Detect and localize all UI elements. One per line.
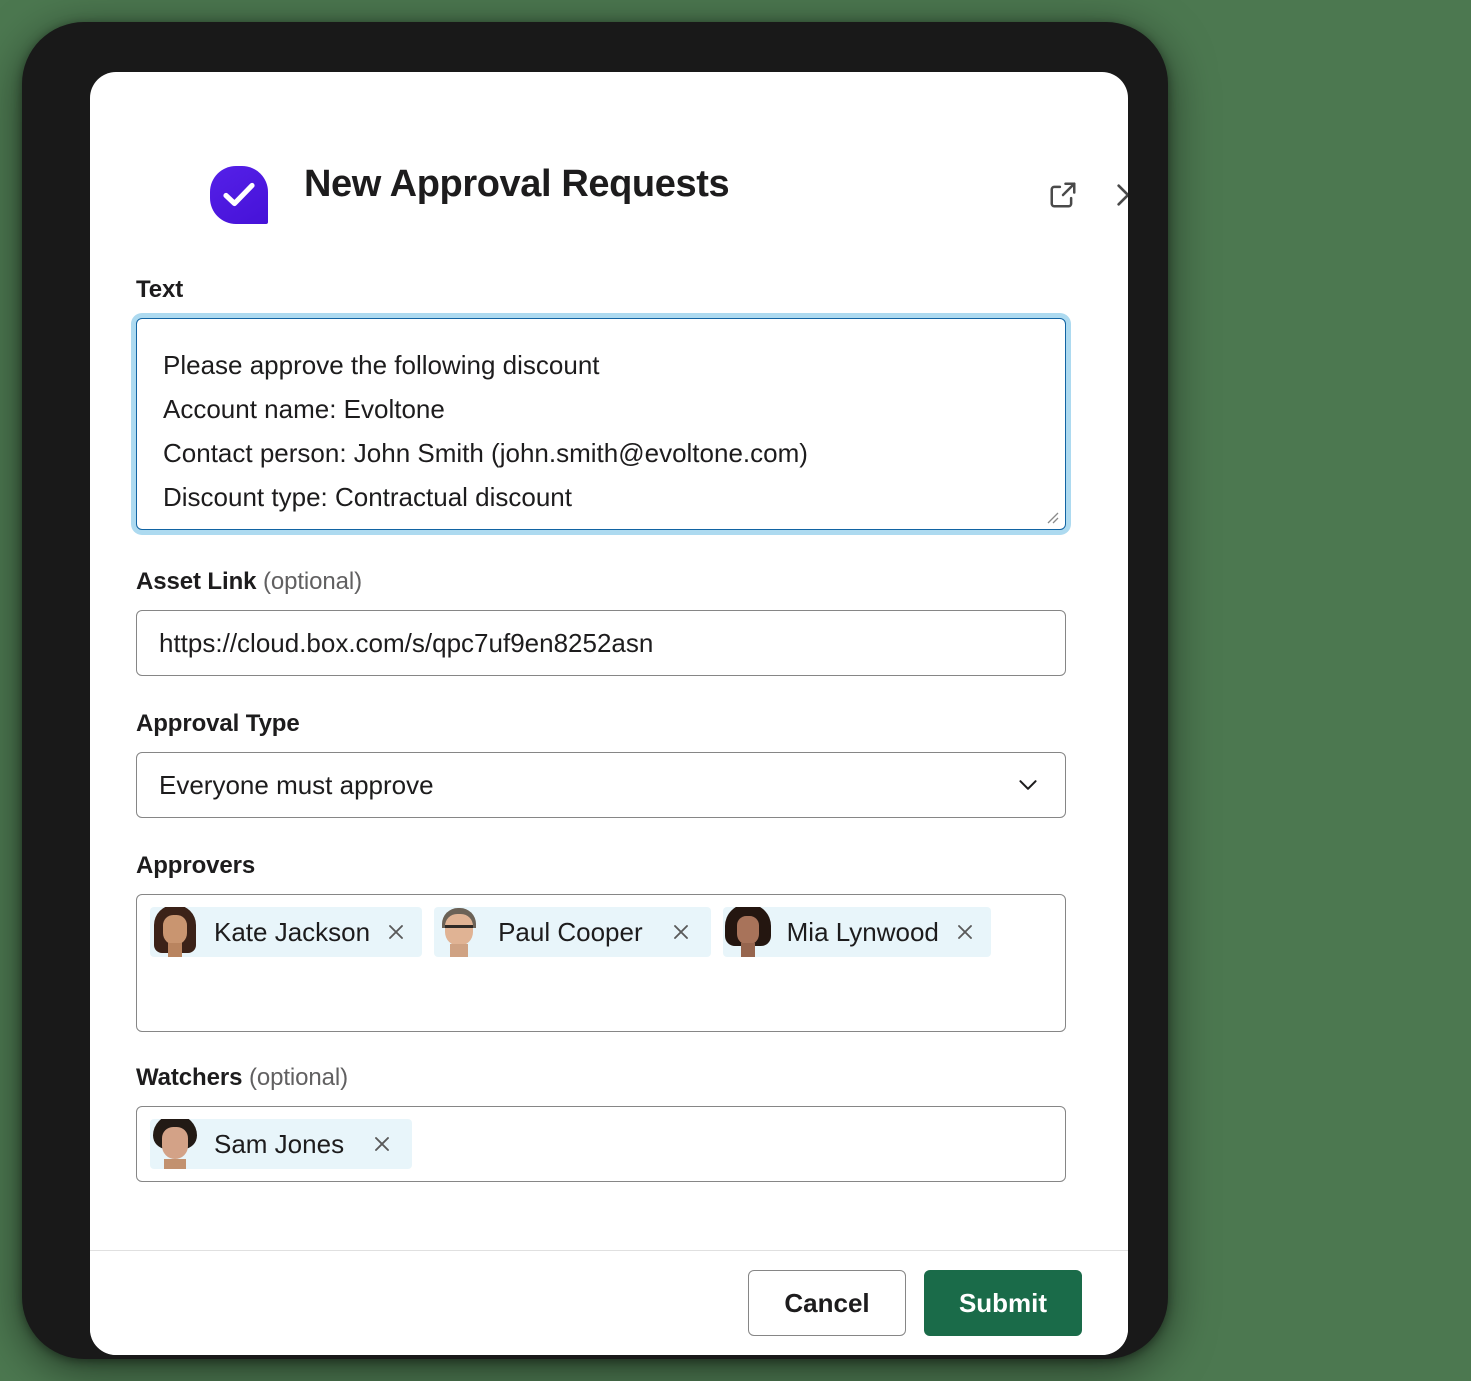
remove-approver-button[interactable] [953,920,991,944]
watchers-token-box[interactable]: Sam Jones [136,1106,1066,1182]
asset-link-label-text: Asset Link [136,568,257,595]
remove-watcher-button[interactable] [370,1132,412,1156]
approvers-label: Approvers [136,852,256,879]
watchers-block: Watchers (optional) Sam Jones [136,1064,1082,1182]
approvers-block: Approvers Kate Jackson Paul Cooper Mia L… [136,852,1082,1032]
close-icon [375,1137,390,1151]
approver-name: Paul Cooper [498,916,643,947]
avatar [723,907,773,957]
approval-type-block: Approval Type Everyone must approve [136,710,1082,818]
approver-name: Kate Jackson [214,916,371,947]
approval-request-modal: New Approval Requests Text Please approv… [90,72,1128,1355]
modal-body: Text Asset Link (optional) Approval T [90,210,1128,1250]
text-field-label: Text [136,276,184,303]
text-input-wrapper [136,318,1066,530]
cancel-button[interactable]: Cancel [748,1270,906,1336]
open-external-icon [1050,182,1076,208]
approver-name: Mia Lynwood [786,916,939,947]
approver-token[interactable]: Paul Cooper [434,907,711,957]
device-frame: New Approval Requests Text Please approv… [22,22,1168,1359]
watchers-label: Watchers (optional) [136,1064,1082,1092]
page-title: New Approval Requests [304,163,730,205]
close-icon [1117,184,1128,206]
submit-button[interactable]: Submit [924,1270,1082,1336]
close-icon [957,925,972,939]
asset-link-label: Asset Link (optional) [136,568,1082,596]
close-icon [673,925,688,939]
avatar [150,1119,200,1169]
text-field-block: Text [136,210,1082,530]
asset-link-optional-text: (optional) [262,568,363,595]
asset-link-input[interactable] [136,610,1066,676]
watchers-label-text: Watchers [136,1064,243,1091]
watchers-optional-text: (optional) [248,1064,348,1091]
remove-approver-button[interactable] [384,920,422,944]
approval-type-select[interactable]: Everyone must approve [136,752,1066,818]
watcher-name: Sam Jones [214,1128,345,1159]
avatar [150,907,200,957]
approval-type-selected-value: Everyone must approve [159,769,434,800]
approver-token[interactable]: Mia Lynwood [722,907,991,957]
approval-type-label: Approval Type [136,710,300,737]
modal-footer: Cancel Submit [90,1250,1128,1355]
modal-header: New Approval Requests [90,72,1128,224]
text-input[interactable] [137,319,1065,529]
close-icon [389,925,404,939]
asset-link-block: Asset Link (optional) [136,568,1082,676]
remove-approver-button[interactable] [669,920,711,944]
approvers-token-box[interactable]: Kate Jackson Paul Cooper Mia Lynwood [136,894,1066,1032]
approver-token[interactable]: Kate Jackson [150,907,423,957]
watcher-token[interactable]: Sam Jones [150,1119,413,1169]
avatar [434,907,484,957]
chevron-down-icon [1019,780,1037,790]
